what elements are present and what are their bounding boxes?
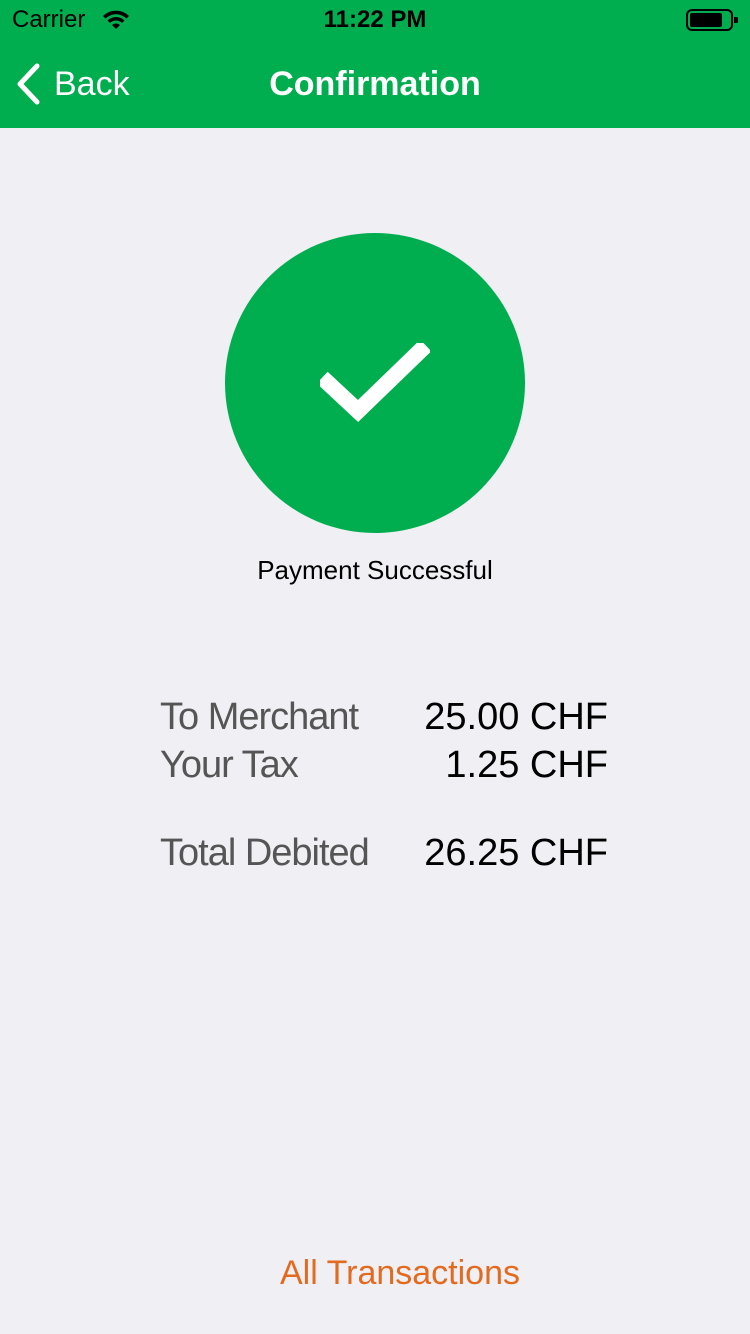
- navigation-bar: Back Confirmation: [0, 40, 750, 128]
- payment-status-message: Payment Successful: [257, 555, 493, 585]
- status-time: 11:22 PM: [323, 6, 427, 33]
- total-debited-row: Total Debited 26.25 CHF: [160, 830, 608, 876]
- tax-value: 1.25 CHF: [445, 744, 608, 786]
- all-transactions-link[interactable]: All Transactions: [0, 1250, 750, 1296]
- back-button[interactable]: Back: [14, 60, 130, 108]
- total-label: Total Debited: [160, 832, 370, 874]
- total-value: 26.25 CHF: [424, 832, 608, 874]
- status-bar: Carrier 11:22 PM: [0, 0, 750, 40]
- checkmark-icon: [320, 343, 430, 423]
- header: Carrier 11:22 PM Back Confirmation: [0, 0, 750, 128]
- back-label: Back: [54, 64, 130, 103]
- tax-label: Your Tax: [160, 744, 299, 786]
- tax-amount-row: Your Tax 1.25 CHF: [160, 742, 608, 788]
- confirmation-screen: Carrier 11:22 PM Back Confirmation Payme…: [0, 0, 750, 1334]
- chevron-left-icon: [17, 63, 40, 105]
- merchant-value: 25.00 CHF: [424, 696, 608, 738]
- success-badge: [225, 233, 525, 533]
- merchant-label: To Merchant: [160, 696, 359, 738]
- merchant-amount-row: To Merchant 25.00 CHF: [160, 694, 608, 740]
- battery-icon: [686, 9, 738, 31]
